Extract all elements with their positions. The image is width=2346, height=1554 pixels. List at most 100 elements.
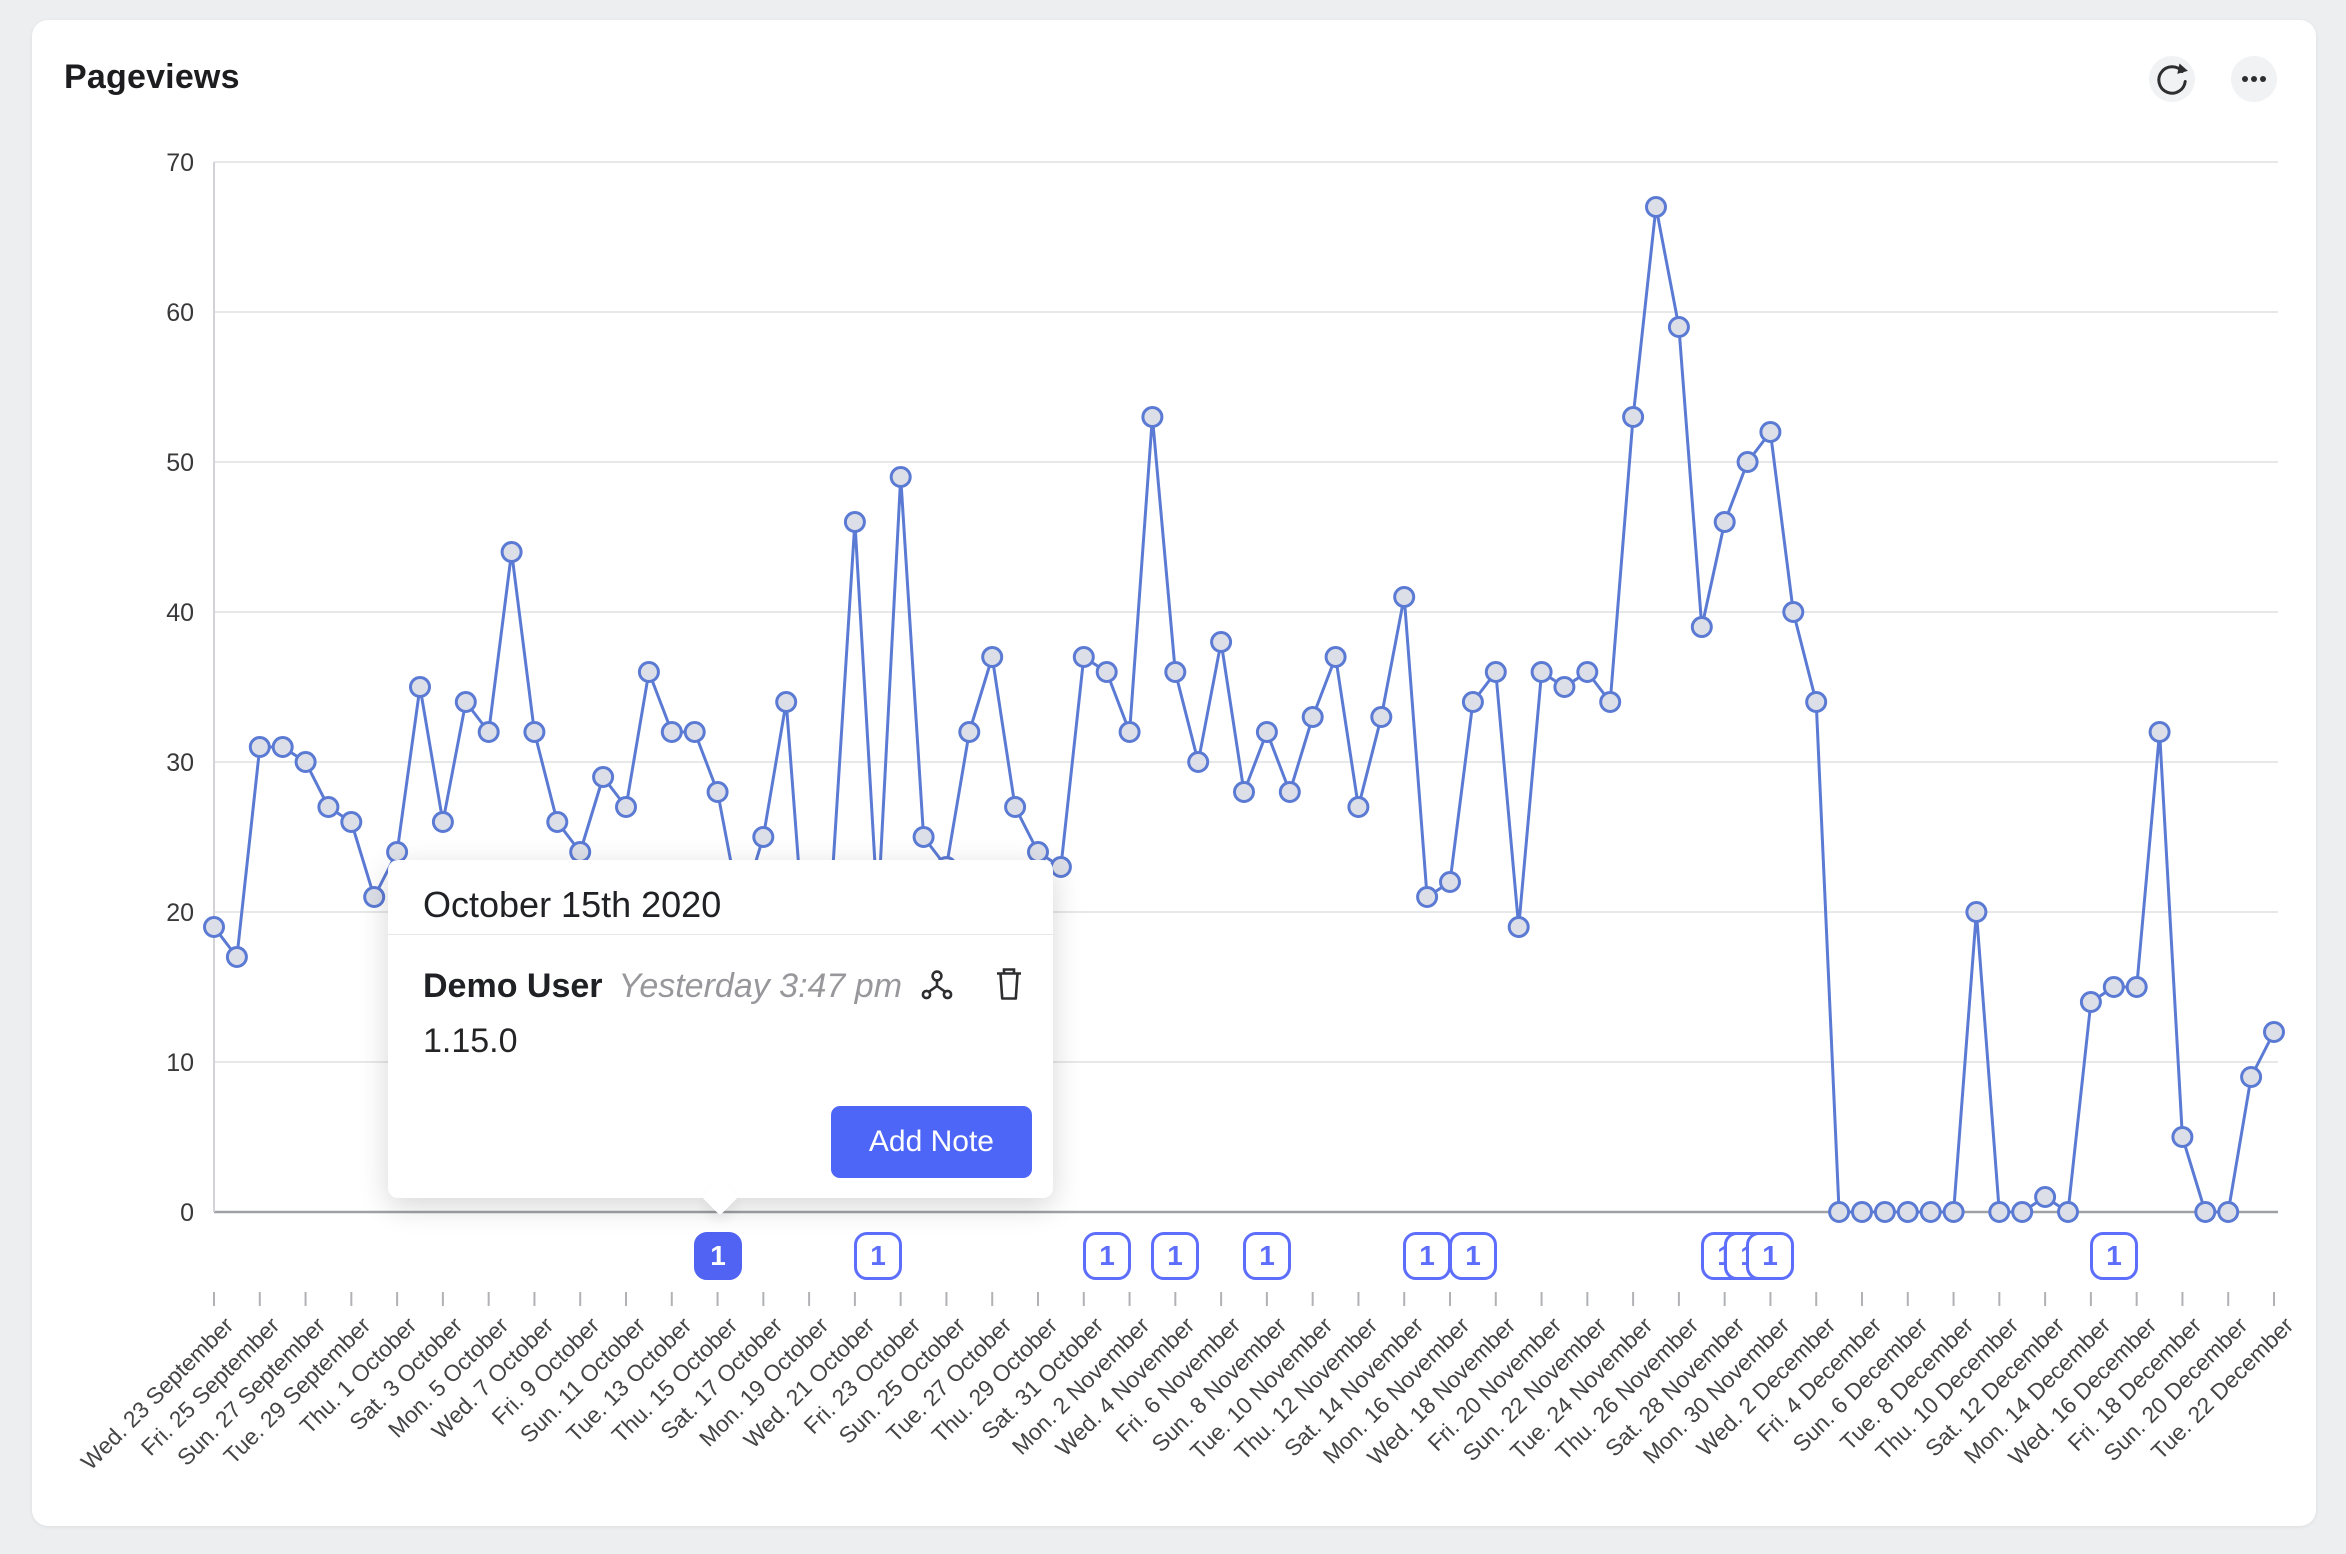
data-point[interactable]	[2150, 723, 2169, 742]
add-note-button[interactable]: Add Note	[831, 1106, 1032, 1178]
annotation-badge[interactable]: 1	[1243, 1232, 1291, 1280]
data-point[interactable]	[685, 723, 704, 742]
data-point[interactable]	[296, 753, 315, 772]
data-point[interactable]	[2219, 1203, 2238, 1222]
data-point[interactable]	[708, 783, 727, 802]
data-point[interactable]	[1326, 648, 1345, 667]
data-point[interactable]	[250, 738, 269, 757]
data-point[interactable]	[502, 543, 521, 562]
data-point[interactable]	[205, 918, 224, 937]
data-point[interactable]	[319, 798, 338, 817]
data-point[interactable]	[1189, 753, 1208, 772]
data-point[interactable]	[2127, 978, 2146, 997]
data-point[interactable]	[479, 723, 498, 742]
data-point[interactable]	[1212, 633, 1231, 652]
annotation-badge[interactable]: 1	[1449, 1232, 1497, 1280]
data-point[interactable]	[1875, 1203, 1894, 1222]
data-point[interactable]	[1143, 408, 1162, 427]
data-point[interactable]	[548, 813, 567, 832]
data-point[interactable]	[845, 513, 864, 532]
data-point[interactable]	[433, 813, 452, 832]
data-point[interactable]	[1532, 663, 1551, 682]
data-point[interactable]	[1006, 798, 1025, 817]
data-point[interactable]	[1715, 513, 1734, 532]
data-point[interactable]	[1280, 783, 1299, 802]
data-point[interactable]	[1921, 1203, 1940, 1222]
data-point[interactable]	[365, 888, 384, 907]
annotation-badge[interactable]: 1	[854, 1232, 902, 1280]
data-point[interactable]	[914, 828, 933, 847]
data-point[interactable]	[1669, 318, 1688, 337]
data-point[interactable]	[2173, 1128, 2192, 1147]
annotation-badge[interactable]: 1	[694, 1232, 742, 1280]
data-point[interactable]	[411, 678, 430, 697]
data-point[interactable]	[1074, 648, 1093, 667]
data-point[interactable]	[342, 813, 361, 832]
data-point[interactable]	[1555, 678, 1574, 697]
data-point[interactable]	[1486, 663, 1505, 682]
data-point[interactable]	[2196, 1203, 2215, 1222]
chart-svg[interactable]: 010203040506070	[32, 20, 2316, 1526]
data-point[interactable]	[1395, 588, 1414, 607]
data-point[interactable]	[1097, 663, 1116, 682]
data-point[interactable]	[594, 768, 613, 787]
data-point[interactable]	[525, 723, 544, 742]
data-point[interactable]	[2104, 978, 2123, 997]
delete-note-button[interactable]	[987, 962, 1031, 1006]
data-point[interactable]	[1647, 198, 1666, 217]
data-point[interactable]	[2036, 1188, 2055, 1207]
annotation-badge[interactable]: 1	[1151, 1232, 1199, 1280]
data-point[interactable]	[2059, 1203, 2078, 1222]
data-point[interactable]	[1418, 888, 1437, 907]
annotation-badge[interactable]: 1	[2090, 1232, 2138, 1280]
data-point[interactable]	[1944, 1203, 1963, 1222]
data-point[interactable]	[1898, 1203, 1917, 1222]
data-point[interactable]	[1303, 708, 1322, 727]
data-point[interactable]	[891, 468, 910, 487]
data-point[interactable]	[273, 738, 292, 757]
data-point[interactable]	[2242, 1068, 2261, 1087]
data-point[interactable]	[1738, 453, 1757, 472]
data-point[interactable]	[1372, 708, 1391, 727]
annotation-badge[interactable]: 1	[1746, 1232, 1794, 1280]
note-row: Demo User Yesterday 3:47 pm	[423, 964, 954, 1008]
annotation-badge[interactable]: 1	[1083, 1232, 1131, 1280]
data-point[interactable]	[1990, 1203, 2009, 1222]
data-point[interactable]	[617, 798, 636, 817]
annotation-badge[interactable]: 1	[1403, 1232, 1451, 1280]
data-point[interactable]	[1578, 663, 1597, 682]
data-point[interactable]	[388, 843, 407, 862]
data-point[interactable]	[227, 948, 246, 967]
data-point[interactable]	[1120, 723, 1139, 742]
data-point[interactable]	[571, 843, 590, 862]
data-point[interactable]	[1235, 783, 1254, 802]
data-point[interactable]	[1967, 903, 1986, 922]
data-point[interactable]	[662, 723, 681, 742]
data-point[interactable]	[1692, 618, 1711, 637]
data-point[interactable]	[754, 828, 773, 847]
data-point[interactable]	[1807, 693, 1826, 712]
data-point[interactable]	[2265, 1023, 2284, 1042]
data-point[interactable]	[960, 723, 979, 742]
network-icon[interactable]	[920, 969, 954, 1003]
data-point[interactable]	[456, 693, 475, 712]
data-point[interactable]	[1463, 693, 1482, 712]
data-point[interactable]	[777, 693, 796, 712]
data-point[interactable]	[1349, 798, 1368, 817]
data-point[interactable]	[1166, 663, 1185, 682]
data-point[interactable]	[1853, 1203, 1872, 1222]
data-point[interactable]	[1624, 408, 1643, 427]
data-point[interactable]	[1761, 423, 1780, 442]
data-point[interactable]	[1051, 858, 1070, 877]
data-point[interactable]	[1784, 603, 1803, 622]
data-point[interactable]	[639, 663, 658, 682]
data-point[interactable]	[1601, 693, 1620, 712]
data-point[interactable]	[1830, 1203, 1849, 1222]
data-point[interactable]	[1509, 918, 1528, 937]
data-point[interactable]	[1257, 723, 1276, 742]
data-point[interactable]	[2081, 993, 2100, 1012]
data-point[interactable]	[1029, 843, 1048, 862]
data-point[interactable]	[1441, 873, 1460, 892]
data-point[interactable]	[2013, 1203, 2032, 1222]
data-point[interactable]	[983, 648, 1002, 667]
